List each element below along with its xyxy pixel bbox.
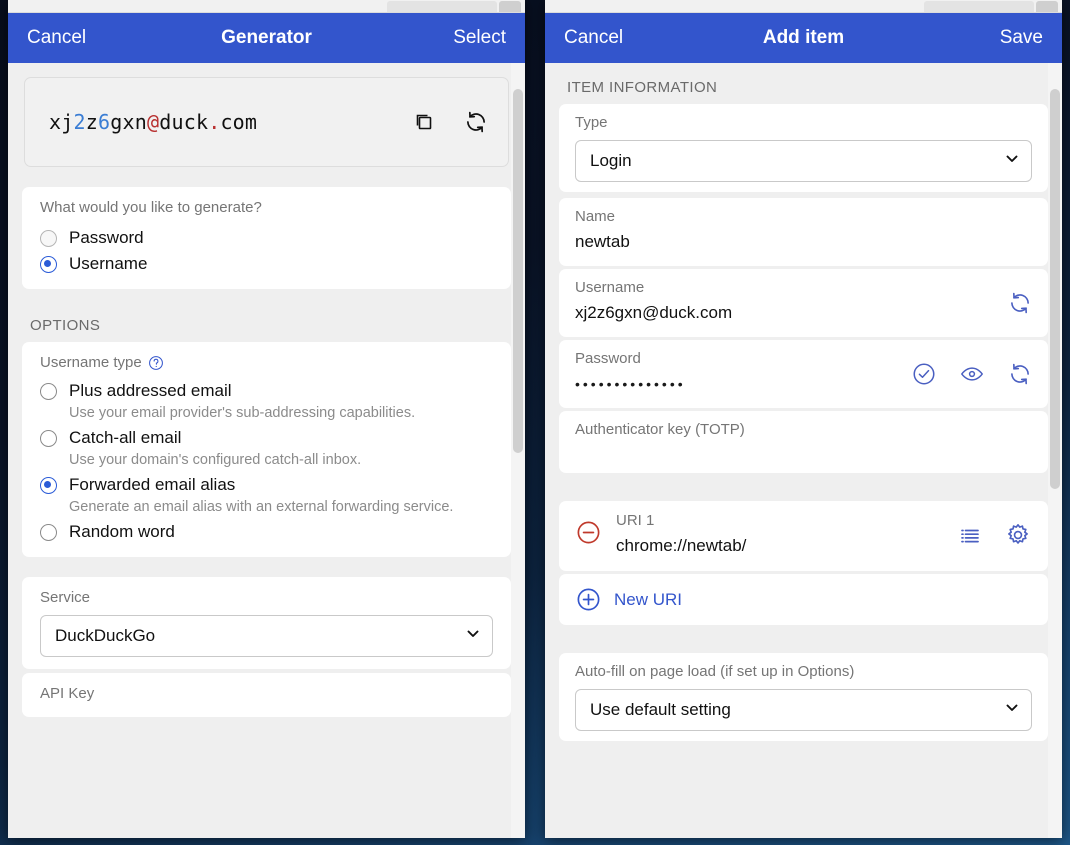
radio-label: Username [69, 254, 148, 273]
item-information-heading: ITEM INFORMATION [567, 79, 718, 96]
radio-description: Use your domain's configured catch-all i… [69, 452, 362, 468]
chrome-tab-extra [499, 1, 521, 12]
type-select[interactable]: Login [575, 140, 1032, 182]
radio-indicator [40, 229, 57, 247]
username-card[interactable]: Username xj2z6gxn@duck.com [559, 269, 1048, 337]
radio-label: Catch-all email [69, 428, 182, 447]
generator-select-button[interactable]: Select [453, 27, 506, 49]
generator-titlebar: Cancel Generator Select [8, 13, 525, 63]
radio-indicator [40, 476, 57, 494]
radio-indicator [40, 523, 57, 541]
generator-scrollbar-track[interactable] [511, 63, 525, 838]
totp-card[interactable]: Authenticator key (TOTP) [559, 411, 1048, 473]
chrome-tab-extra [1036, 1, 1058, 12]
radio-indicator [40, 382, 57, 400]
username-type-label: Username type [40, 354, 142, 371]
radio-catch-all-email[interactable]: Catch-all email [40, 425, 493, 451]
api-key-label: API Key [40, 685, 95, 702]
chrome-tab-strip [387, 1, 497, 12]
add-item-scrollbar-track[interactable] [1048, 63, 1062, 838]
radio-random-word[interactable]: Random word [40, 519, 493, 545]
generated-value-box: xj2z6gxn@duck.com [24, 77, 509, 167]
radio-description: Generate an email alias with an external… [69, 499, 454, 515]
type-select-value: Login [590, 151, 632, 170]
username-input[interactable]: xj2z6gxn@duck.com [575, 299, 1032, 327]
add-item-title: Add item [762, 27, 845, 48]
generate-type-card: What would you like to generate? Passwor… [22, 187, 511, 289]
eye-icon[interactable] [958, 360, 986, 388]
service-select-value: DuckDuckGo [55, 626, 156, 645]
copy-icon[interactable] [410, 108, 438, 136]
options-heading: OPTIONS [30, 317, 101, 334]
type-card: Type Login [559, 104, 1048, 192]
generator-window-chrome [8, 0, 525, 13]
gear-icon[interactable] [1004, 521, 1032, 549]
refresh-icon[interactable] [1006, 289, 1034, 317]
add-item-titlebar: Cancel Add item Save [545, 13, 1062, 63]
add-item-body: ITEM INFORMATION Type Login Name newtab … [545, 63, 1062, 838]
radio-indicator [40, 255, 57, 273]
totp-label: Authenticator key (TOTP) [575, 421, 745, 438]
radio-label: Forwarded email alias [69, 475, 236, 494]
add-item-scrollbar-thumb[interactable] [1050, 89, 1060, 489]
generate-question-label: What would you like to generate? [40, 199, 262, 216]
radio-label: Random word [69, 522, 175, 541]
uri-row: URI 1 chrome://newtab/ [559, 501, 1048, 571]
username-type-card: Username type Plus addressed email Use y… [22, 342, 511, 557]
autofill-select-value: Use default setting [590, 700, 731, 719]
autofill-label: Auto-fill on page load (if set up in Opt… [575, 663, 855, 680]
radio-generate-username[interactable]: Username [40, 251, 493, 277]
add-item-window: Cancel Add item Save ITEM INFORMATION Ty… [545, 0, 1062, 838]
radio-description: Use your email provider's sub-addressing… [69, 405, 416, 421]
autofill-card: Auto-fill on page load (if set up in Opt… [559, 653, 1048, 741]
list-icon[interactable] [956, 521, 984, 549]
generator-window: Cancel Generator Select xj2z6gxn@duck.co… [8, 0, 525, 838]
radio-label: Plus addressed email [69, 381, 232, 400]
desktop-background: Cancel Generator Select xj2z6gxn@duck.co… [0, 0, 1070, 845]
generator-cancel-button[interactable]: Cancel [27, 27, 86, 49]
check-circle-icon[interactable] [910, 360, 938, 388]
add-item-cancel-button[interactable]: Cancel [564, 27, 623, 49]
refresh-icon[interactable] [1006, 360, 1034, 388]
radio-generate-password[interactable]: Password [40, 225, 493, 251]
help-circle-icon[interactable] [148, 355, 164, 371]
username-label: Username [575, 279, 645, 296]
username-type-label-row: Username type [40, 352, 493, 374]
add-item-window-chrome [545, 0, 1062, 13]
plus-circle-icon [575, 586, 602, 613]
radio-forwarded-email-alias[interactable]: Forwarded email alias [40, 472, 493, 498]
name-label: Name [575, 208, 616, 225]
generated-username-value: xj2z6gxn@duck.com [49, 110, 258, 134]
radio-label: Password [69, 228, 144, 247]
password-card[interactable]: Password •••••••••••••• [559, 340, 1048, 408]
radio-indicator [40, 429, 57, 447]
name-card[interactable]: Name newtab [559, 198, 1048, 266]
generator-title: Generator [221, 27, 312, 48]
name-input[interactable]: newtab [575, 228, 1032, 256]
autofill-select[interactable]: Use default setting [575, 689, 1032, 731]
add-item-save-button[interactable]: Save [1000, 27, 1043, 49]
service-card: Service DuckDuckGo [22, 577, 511, 669]
chrome-tab-strip [924, 1, 1034, 12]
generator-body: xj2z6gxn@duck.com What would you like to… [8, 63, 525, 838]
uri-label: URI 1 [616, 512, 655, 529]
uri-input[interactable]: chrome://newtab/ [616, 532, 956, 560]
radio-plus-addressed-email[interactable]: Plus addressed email [40, 378, 493, 404]
service-label: Service [40, 589, 91, 606]
type-label: Type [575, 114, 608, 131]
refresh-icon[interactable] [462, 108, 490, 136]
new-uri-button[interactable]: New URI [559, 574, 1048, 625]
api-key-card: API Key [22, 673, 511, 717]
new-uri-label: New URI [614, 589, 683, 609]
generator-scrollbar-thumb[interactable] [513, 89, 523, 453]
service-select[interactable]: DuckDuckGo [40, 615, 493, 657]
minus-circle-icon[interactable] [575, 519, 602, 551]
